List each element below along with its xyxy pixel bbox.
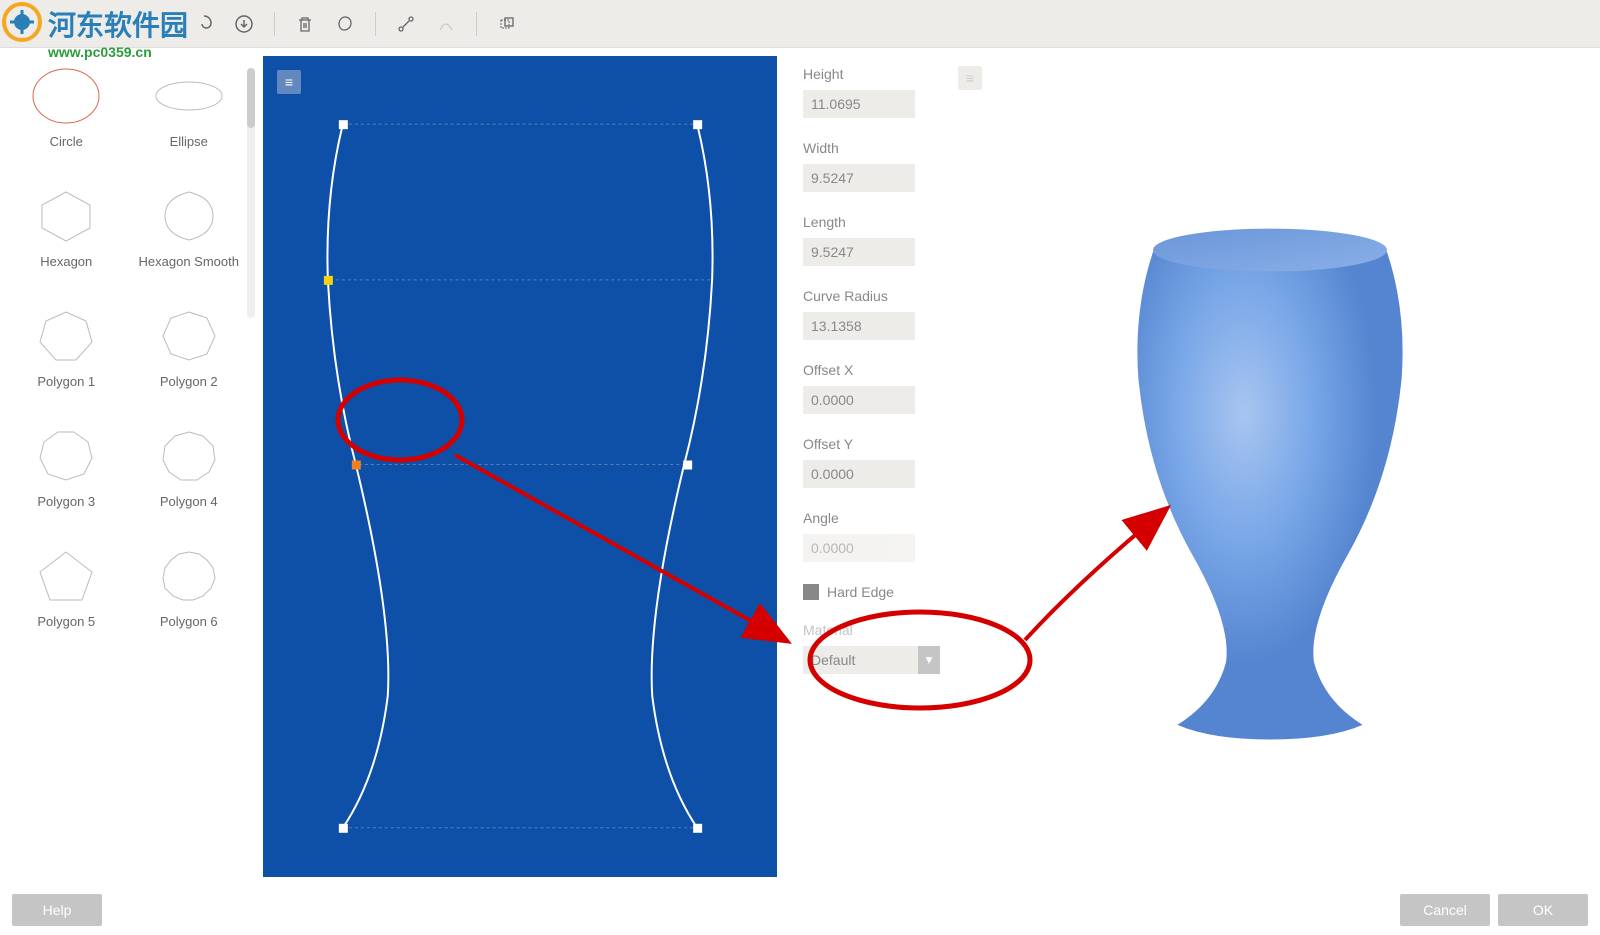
preview-menu-button[interactable]: ≡ bbox=[958, 66, 982, 90]
shape-label: Circle bbox=[50, 134, 83, 151]
height-label: Height bbox=[803, 66, 940, 82]
offset-x-input[interactable] bbox=[803, 386, 915, 414]
toolbar-separator bbox=[375, 12, 376, 36]
profile-canvas[interactable]: ≡ bbox=[263, 56, 777, 877]
shape-palette: Circle Ellipse Hexagon Hexagon Smooth Po… bbox=[0, 48, 255, 885]
toolbar-separator bbox=[476, 12, 477, 36]
curve-tool-button[interactable] bbox=[428, 6, 464, 42]
chevron-down-icon: ▾ bbox=[926, 652, 933, 668]
menu-icon: ≡ bbox=[966, 70, 974, 86]
material-select[interactable] bbox=[803, 646, 918, 674]
shape-circle[interactable]: Circle bbox=[10, 66, 123, 151]
palette-scrollbar[interactable] bbox=[247, 68, 255, 318]
material-dropdown-button[interactable]: ▾ bbox=[918, 646, 940, 674]
length-input[interactable] bbox=[803, 238, 915, 266]
shape-ellipse[interactable]: Ellipse bbox=[133, 66, 246, 151]
properties-panel: Height Width Length Curve Radius Offset … bbox=[785, 48, 940, 885]
angle-label: Angle bbox=[803, 510, 940, 526]
download-tool-button[interactable] bbox=[226, 6, 262, 42]
width-label: Width bbox=[803, 140, 940, 156]
offset-y-input[interactable] bbox=[803, 460, 915, 488]
bottom-bar: Help Cancel OK bbox=[0, 885, 1600, 935]
material-label: Material bbox=[803, 622, 940, 638]
shape-hexagon-smooth[interactable]: Hexagon Smooth bbox=[133, 186, 246, 271]
offset-x-label: Offset X bbox=[803, 362, 940, 378]
watermark-url: www.pc0359.cn bbox=[48, 44, 188, 60]
blob-tool-button[interactable] bbox=[327, 6, 363, 42]
help-button[interactable]: Help bbox=[12, 894, 102, 926]
shape-label: Hexagon Smooth bbox=[139, 254, 239, 271]
shape-label: Polygon 4 bbox=[160, 494, 218, 511]
shape-label: Polygon 6 bbox=[160, 614, 218, 631]
length-label: Length bbox=[803, 214, 940, 230]
shape-label: Polygon 3 bbox=[37, 494, 95, 511]
ok-button[interactable]: OK bbox=[1498, 894, 1588, 926]
height-input[interactable] bbox=[803, 90, 915, 118]
shape-polygon-1[interactable]: Polygon 1 bbox=[10, 306, 123, 391]
watermark-text: 河东软件园 bbox=[48, 4, 188, 44]
shape-polygon-6[interactable]: Polygon 6 bbox=[133, 546, 246, 631]
shape-hexagon[interactable]: Hexagon bbox=[10, 186, 123, 271]
shape-label: Hexagon bbox=[40, 254, 92, 271]
cancel-button[interactable]: Cancel bbox=[1400, 894, 1490, 926]
hard-edge-checkbox[interactable] bbox=[803, 584, 819, 600]
curve-radius-label: Curve Radius bbox=[803, 288, 940, 304]
canvas-area: ≡ bbox=[255, 48, 785, 885]
hard-edge-label: Hard Edge bbox=[827, 584, 894, 600]
toolbar bbox=[0, 0, 1600, 48]
shape-label: Ellipse bbox=[170, 134, 208, 151]
angle-input[interactable] bbox=[803, 534, 915, 562]
delete-button[interactable] bbox=[287, 6, 323, 42]
toolbar-separator bbox=[274, 12, 275, 36]
shape-label: Polygon 5 bbox=[37, 614, 95, 631]
shape-polygon-4[interactable]: Polygon 4 bbox=[133, 426, 246, 511]
width-input[interactable] bbox=[803, 164, 915, 192]
connector-tool-button[interactable] bbox=[388, 6, 424, 42]
shape-label: Polygon 1 bbox=[37, 374, 95, 391]
spiral-tool-button[interactable] bbox=[186, 6, 222, 42]
shape-polygon-2[interactable]: Polygon 2 bbox=[133, 306, 246, 391]
transform-tool-button[interactable] bbox=[489, 6, 525, 42]
preview-3d-area[interactable]: ≡ bbox=[940, 48, 1600, 885]
shape-polygon-5[interactable]: Polygon 5 bbox=[10, 546, 123, 631]
shape-polygon-3[interactable]: Polygon 3 bbox=[10, 426, 123, 511]
curve-radius-input[interactable] bbox=[803, 312, 915, 340]
offset-y-label: Offset Y bbox=[803, 436, 940, 452]
shape-label: Polygon 2 bbox=[160, 374, 218, 391]
